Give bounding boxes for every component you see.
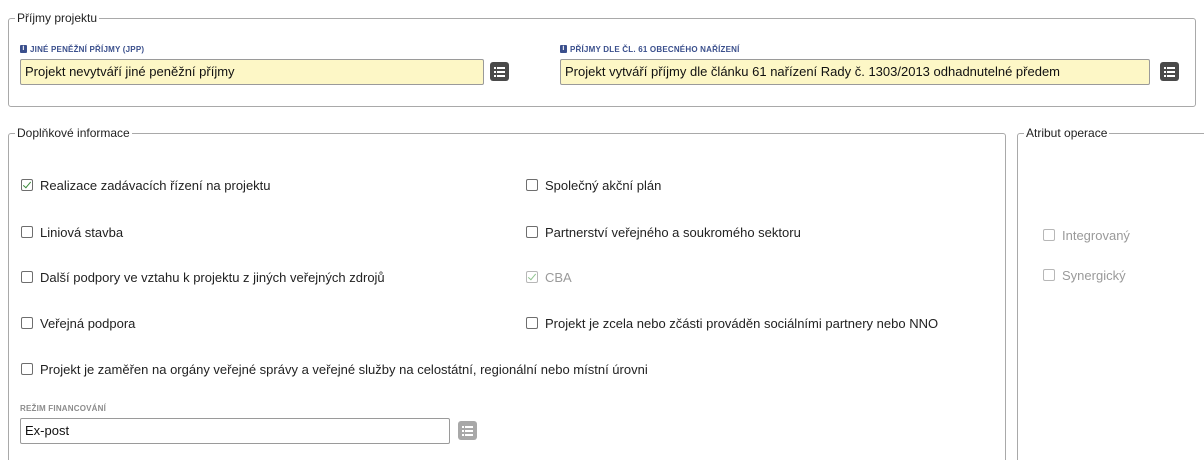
checkbox-row-state-aid[interactable]: Veřejná podpora: [21, 315, 135, 331]
jpp-input[interactable]: Projekt nevytváří jiné peněžní příjmy: [20, 59, 484, 85]
checkbox-row-linear-construction[interactable]: Liniová stavba: [21, 224, 123, 240]
checkbox-icon[interactable]: [526, 317, 538, 329]
attribute-legend: Atribut operace: [1024, 126, 1110, 140]
financing-input[interactable]: Ex-post: [20, 418, 450, 444]
art61-label: i PŘÍJMY DLE ČL. 61 OBECNÉHO NAŘÍZENÍ: [560, 45, 740, 55]
checkbox-icon[interactable]: [21, 179, 33, 191]
checkbox-label: Společný akční plán: [545, 177, 662, 193]
checkbox-row-integrated: Integrovaný: [1043, 227, 1130, 243]
info-icon: i: [560, 45, 567, 53]
checkbox-icon[interactable]: [21, 226, 33, 238]
checkbox-icon: [1043, 229, 1055, 241]
checkbox-row-tendering[interactable]: Realizace zadávacích řízení na projektu: [21, 177, 271, 193]
checkbox-icon[interactable]: [21, 271, 33, 283]
checkbox-icon[interactable]: [526, 179, 538, 191]
additional-legend: Doplňkové informace: [15, 126, 132, 140]
checkbox-icon: [526, 271, 538, 283]
checkbox-icon[interactable]: [526, 226, 538, 238]
jpp-list-icon[interactable]: [490, 62, 509, 81]
checkbox-row-ppp[interactable]: Partnerství veřejného a soukromého sekto…: [526, 224, 801, 240]
checkbox-row-cba: CBA: [526, 269, 572, 285]
checkbox-label: Veřejná podpora: [40, 315, 136, 331]
checkbox-label: Integrovaný: [1062, 227, 1130, 243]
checkbox-label: Projekt je zaměřen na orgány veřejné spr…: [40, 361, 648, 377]
income-legend: Příjmy projektu: [15, 11, 100, 25]
checkbox-label: Liniová stavba: [40, 224, 124, 240]
checkbox-label: Partnerství veřejného a soukromého sekto…: [545, 224, 801, 240]
checkbox-icon: [1043, 269, 1055, 281]
checkbox-label: CBA: [545, 269, 572, 285]
checkbox-icon[interactable]: [21, 363, 33, 375]
jpp-label: i JINÉ PENĚŽNÍ PŘÍJMY (JPP): [20, 45, 144, 55]
checkbox-icon[interactable]: [21, 317, 33, 329]
financing-label: REŽIM FINANCOVÁNÍ: [20, 404, 107, 413]
checkbox-label: Další podpory ve vztahu k projektu z jin…: [40, 269, 385, 285]
checkbox-row-joint-action-plan[interactable]: Společný akční plán: [526, 177, 661, 193]
checkbox-row-other-support[interactable]: Další podpory ve vztahu k projektu z jin…: [21, 269, 385, 285]
financing-list-icon[interactable]: [458, 421, 477, 440]
checkbox-row-social-partners[interactable]: Projekt je zcela nebo zčásti prováděn so…: [526, 315, 938, 331]
checkbox-label: Realizace zadávacích řízení na projektu: [40, 177, 271, 193]
checkbox-row-public-administration[interactable]: Projekt je zaměřen na orgány veřejné spr…: [21, 361, 648, 377]
art61-list-icon[interactable]: [1160, 62, 1179, 81]
checkbox-label: Projekt je zcela nebo zčásti prováděn so…: [545, 315, 939, 331]
art61-input[interactable]: Projekt vytváří příjmy dle článku 61 nař…: [560, 59, 1150, 85]
checkbox-row-synergic: Synergický: [1043, 267, 1126, 283]
info-icon: i: [20, 45, 27, 53]
checkbox-label: Synergický: [1062, 267, 1126, 283]
attribute-fieldset: Atribut operace: [1017, 126, 1204, 460]
